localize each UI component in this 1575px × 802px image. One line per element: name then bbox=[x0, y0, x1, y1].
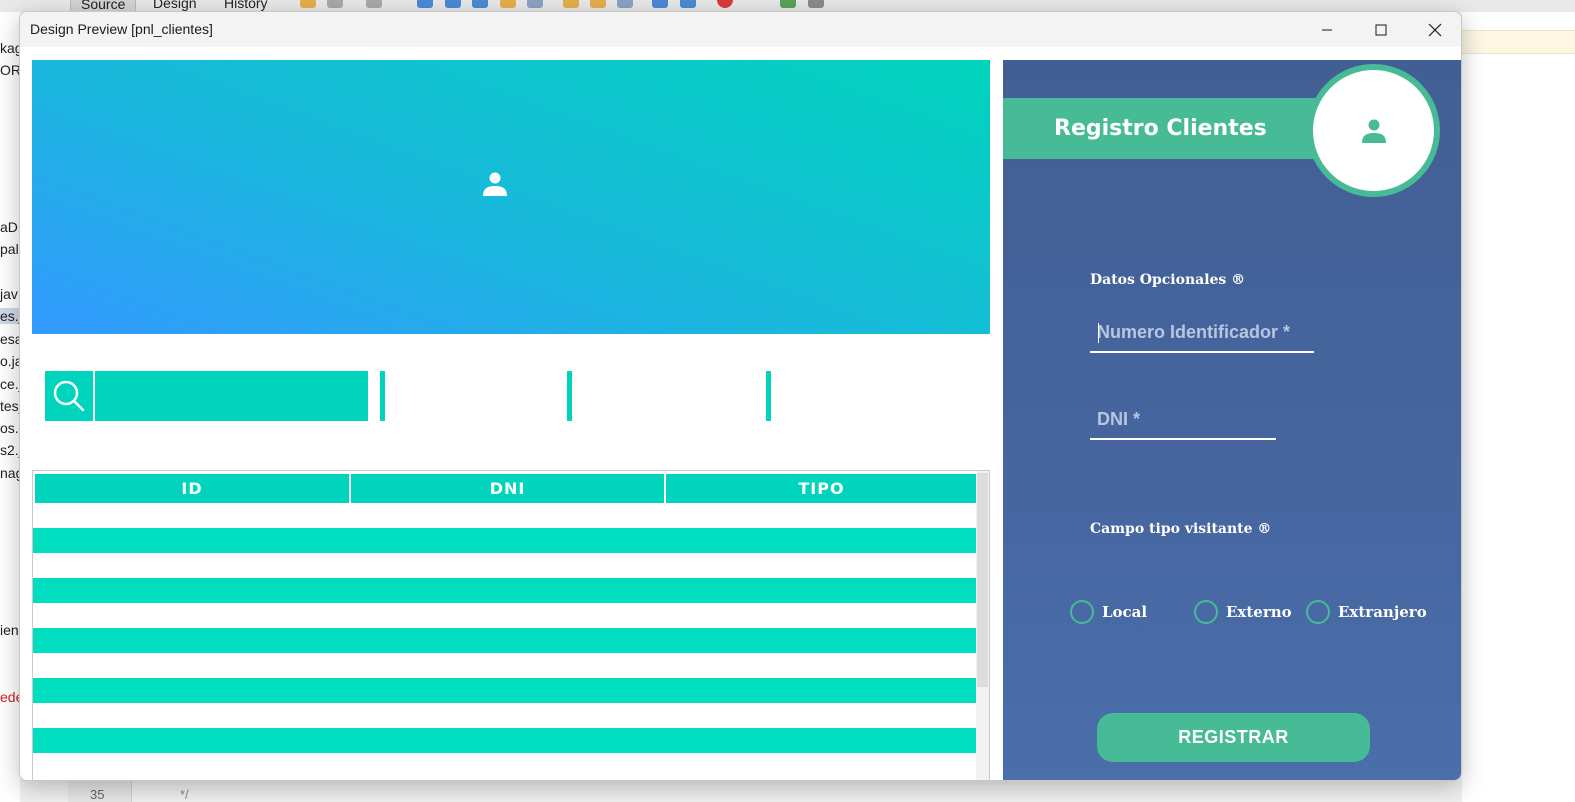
tree-item[interactable]: s2.j bbox=[0, 442, 20, 458]
user-icon bbox=[483, 172, 507, 196]
table-row[interactable] bbox=[33, 628, 977, 653]
radio-circle[interactable] bbox=[1070, 600, 1094, 624]
column-header-id[interactable]: ID bbox=[35, 474, 349, 503]
dni-input[interactable] bbox=[1090, 400, 1276, 438]
table-row[interactable] bbox=[33, 653, 977, 678]
tree-item-error[interactable]: ede bbox=[0, 689, 20, 705]
tree-item[interactable]: nag bbox=[0, 465, 20, 481]
maximize-button[interactable] bbox=[1354, 12, 1408, 47]
divider-bar bbox=[766, 371, 771, 421]
table-row[interactable] bbox=[33, 603, 977, 628]
maximize-icon bbox=[1375, 24, 1387, 35]
code-comment: */ bbox=[180, 787, 189, 802]
table-row[interactable] bbox=[33, 678, 977, 703]
history-icon[interactable] bbox=[366, 0, 382, 8]
toggle-highlight-icon[interactable] bbox=[500, 0, 516, 8]
column-header-dni[interactable]: DNI bbox=[349, 474, 664, 503]
tree-item[interactable]: o.ja bbox=[0, 353, 20, 369]
tree-item-selected[interactable]: es.j bbox=[0, 308, 20, 324]
close-button[interactable] bbox=[1408, 12, 1461, 47]
visitor-type-label: Campo tipo visitante ® bbox=[1090, 521, 1272, 537]
selection-icon[interactable] bbox=[527, 0, 543, 8]
register-button[interactable]: REGISTRAR bbox=[1097, 713, 1370, 762]
tree-item[interactable]: kag bbox=[0, 40, 20, 56]
tree-item[interactable]: ce.j bbox=[0, 376, 20, 392]
table-row[interactable] bbox=[33, 578, 977, 603]
comment-icon[interactable] bbox=[780, 0, 796, 8]
close-icon bbox=[1428, 23, 1442, 36]
radio-circle[interactable] bbox=[1306, 600, 1330, 624]
tree-item[interactable]: OR bbox=[0, 62, 20, 78]
find-prev-icon[interactable] bbox=[445, 0, 461, 8]
text-caret bbox=[1098, 323, 1099, 343]
ide-editor-bottom: 35 */ bbox=[20, 780, 1462, 802]
tree-item[interactable]: esa bbox=[0, 331, 20, 347]
avatar bbox=[1307, 64, 1440, 197]
radio-extranjero[interactable]: Extranjero bbox=[1306, 600, 1427, 624]
tree-item[interactable]: pal bbox=[0, 241, 19, 257]
table-row[interactable] bbox=[33, 703, 977, 728]
id-number-input[interactable] bbox=[1090, 313, 1314, 351]
window-titlebar[interactable]: Design Preview [pnl_clientes] bbox=[20, 12, 1461, 47]
table-row[interactable] bbox=[33, 503, 977, 528]
toggle-bookmark-icon[interactable] bbox=[617, 0, 633, 8]
tree-item[interactable]: os. bbox=[0, 420, 19, 436]
table-row[interactable] bbox=[33, 553, 977, 578]
radio-label: Extranjero bbox=[1338, 603, 1427, 621]
record-macro-icon[interactable] bbox=[717, 0, 733, 8]
table-scrollbar[interactable] bbox=[976, 471, 989, 780]
find-next-icon[interactable] bbox=[472, 0, 488, 8]
find-icon[interactable] bbox=[417, 0, 433, 8]
pnl-clientes: ID DNI TIPO Registro Clientes Datos Opci… bbox=[20, 47, 1461, 780]
divider-bar bbox=[380, 371, 385, 421]
tree-item[interactable]: jav bbox=[0, 286, 18, 302]
radio-local[interactable]: Local bbox=[1070, 600, 1147, 624]
id-number-field[interactable] bbox=[1090, 313, 1314, 353]
table-row[interactable] bbox=[33, 528, 977, 553]
search-button[interactable] bbox=[45, 371, 95, 421]
shift-left-icon[interactable] bbox=[652, 0, 668, 8]
table-row[interactable] bbox=[33, 753, 977, 778]
design-preview-window: Design Preview [pnl_clientes] ID DNI TIP… bbox=[19, 11, 1462, 781]
next-bookmark-icon[interactable] bbox=[590, 0, 606, 8]
radio-externo[interactable]: Externo bbox=[1194, 600, 1292, 624]
shift-right-icon[interactable] bbox=[680, 0, 696, 8]
table-header: ID DNI TIPO bbox=[35, 474, 977, 503]
search-icon bbox=[53, 380, 85, 412]
scrollbar-thumb[interactable] bbox=[977, 473, 988, 687]
panel-header: Registro Clientes bbox=[1003, 98, 1323, 159]
radio-label: Externo bbox=[1226, 603, 1292, 621]
radio-label: Local bbox=[1102, 603, 1148, 621]
tree-item[interactable]: aD bbox=[0, 219, 18, 235]
line-number: 35 bbox=[90, 787, 105, 802]
back-icon[interactable] bbox=[300, 0, 316, 8]
window-title: Design Preview [pnl_clientes] bbox=[30, 21, 213, 37]
user-icon bbox=[1361, 119, 1386, 143]
table-row[interactable] bbox=[33, 728, 977, 753]
header-banner bbox=[32, 60, 990, 334]
current-line-highlight bbox=[1462, 30, 1575, 54]
optional-data-label: Datos Opcionales ® bbox=[1090, 272, 1246, 288]
table-body bbox=[33, 503, 977, 778]
ide-editor-right bbox=[1462, 12, 1575, 802]
dni-field[interactable] bbox=[1090, 400, 1276, 440]
panel-title: Registro Clientes bbox=[1054, 116, 1267, 141]
tree-item[interactable]: tes_ bbox=[0, 398, 20, 414]
ide-project-tree: kag OR aD pal jav es.j esa o.ja ce.j tes… bbox=[0, 12, 20, 802]
radio-circle[interactable] bbox=[1194, 600, 1218, 624]
uncomment-icon[interactable] bbox=[808, 0, 824, 8]
prev-bookmark-icon[interactable] bbox=[563, 0, 579, 8]
minimize-button[interactable] bbox=[1300, 12, 1354, 47]
forward-icon[interactable] bbox=[327, 0, 343, 8]
clients-table[interactable]: ID DNI TIPO bbox=[32, 470, 990, 780]
column-header-tipo[interactable]: TIPO bbox=[664, 474, 977, 503]
minimize-icon bbox=[1322, 29, 1332, 30]
registration-panel: Registro Clientes Datos Opcionales ® Cam… bbox=[1003, 60, 1461, 780]
tree-item[interactable]: ien bbox=[0, 622, 19, 638]
search-input[interactable] bbox=[97, 371, 368, 421]
search-box bbox=[45, 371, 368, 421]
divider-bar bbox=[567, 371, 572, 421]
